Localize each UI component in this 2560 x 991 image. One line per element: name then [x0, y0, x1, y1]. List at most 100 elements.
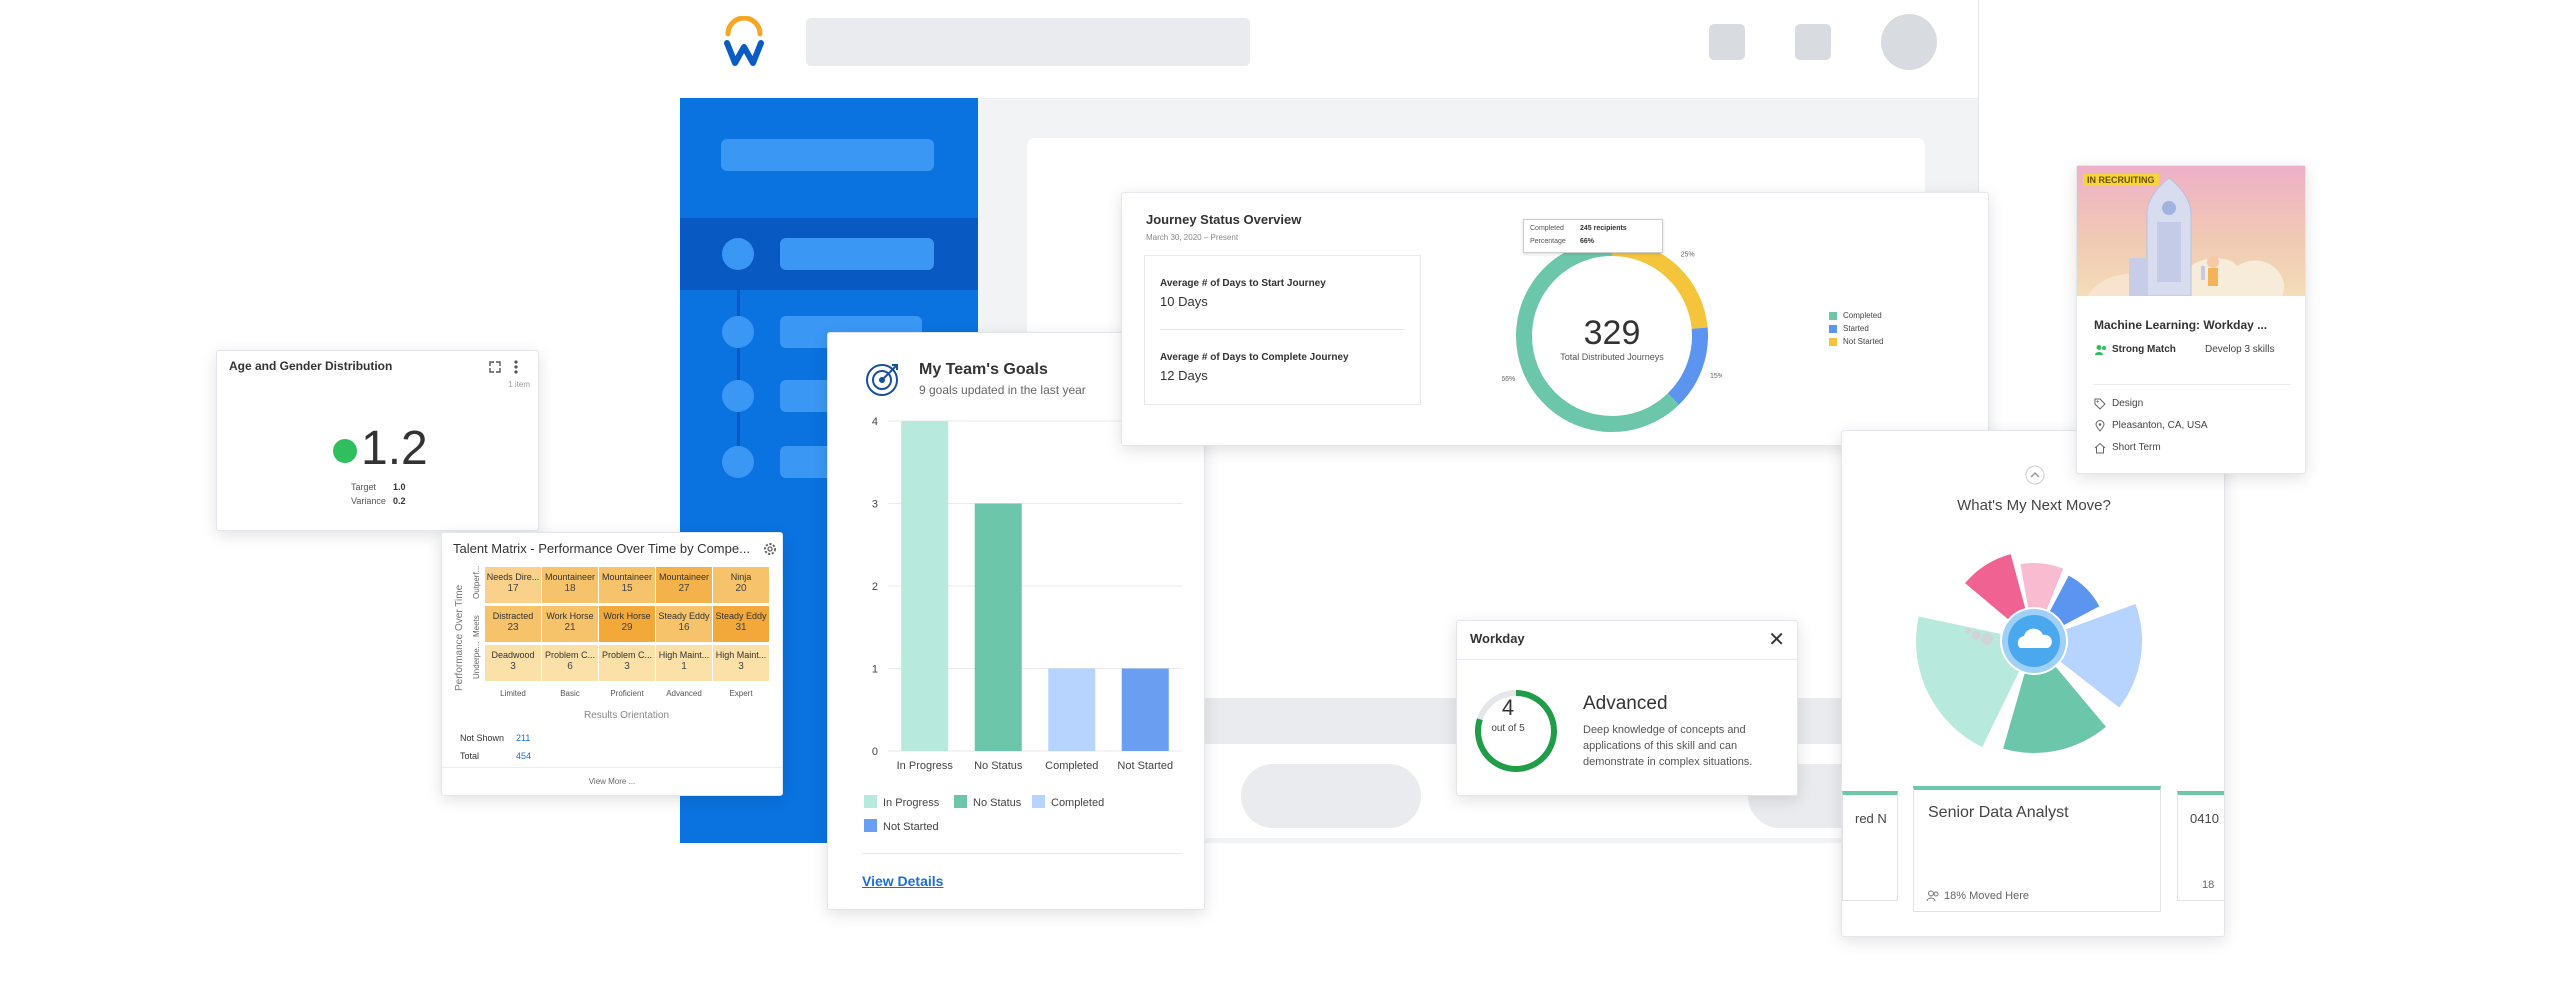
divider: [1160, 329, 1405, 330]
cell-count: 15: [621, 583, 633, 594]
skill-level-modal: Workday ✕ 4 out of 5 Advanced Deep knowl…: [1456, 620, 1798, 796]
cell-label: Steady Eddy: [715, 611, 767, 621]
job-title: Senior Data Analyst: [1928, 804, 2069, 821]
target-label: Target: [351, 482, 377, 492]
header-button-2[interactable]: [1795, 24, 1831, 60]
cell-label: Ninja: [730, 572, 752, 582]
card-title: Age and Gender Distribution: [229, 359, 393, 373]
cell-label: Work Horse: [603, 611, 651, 621]
sidebar-item-bar[interactable]: [780, 238, 934, 270]
location-label: Pleasanton, CA, USA: [2112, 420, 2208, 431]
matrix-cell[interactable]: Deadwood 3: [485, 645, 541, 681]
matrix-cell[interactable]: Distracted 23: [485, 606, 541, 642]
card-title: Talent Matrix - Performance Over Time by…: [453, 541, 750, 556]
item-count: 1 item: [508, 380, 530, 389]
legend-item: Not Started: [1829, 337, 1883, 346]
view-more-link[interactable]: View More ...: [442, 777, 782, 786]
matrix-cell[interactable]: High Maint... 1: [656, 645, 712, 681]
cell-count: 16: [678, 622, 690, 633]
row-label: Meets: [472, 615, 481, 637]
rating-value: 4: [1501, 695, 1515, 720]
placeholder-pill[interactable]: [1241, 764, 1421, 828]
slice-label: 66%: [1502, 376, 1515, 383]
cell-label: Mountaineer: [544, 572, 596, 582]
cell-count: 6: [567, 661, 573, 672]
matrix-cell[interactable]: Work Horse 21: [542, 606, 598, 642]
tag-label: Design: [2112, 398, 2144, 409]
matrix-cell[interactable]: Mountaineer 15: [599, 567, 655, 603]
gig-image: IN RECRUITING: [2077, 166, 2305, 296]
column-label: Limited: [500, 689, 526, 698]
more-vertical-icon[interactable]: [512, 359, 520, 375]
tooltip-value: 245 recipients: [1580, 225, 1627, 232]
row-label: Outperf...: [472, 565, 481, 599]
chevron-up-icon[interactable]: [2025, 465, 2045, 485]
matrix-cell[interactable]: Mountaineer 27: [656, 567, 712, 603]
job-card-right[interactable]: 0410 18: [2177, 791, 2224, 901]
skill-level: Advanced: [1583, 693, 1668, 714]
divider: [2094, 384, 2290, 385]
divider: [1457, 659, 1797, 660]
header-button-1[interactable]: [1709, 24, 1745, 60]
view-details-link[interactable]: View Details: [862, 873, 943, 889]
matrix-cell[interactable]: Problem C... 6: [542, 645, 598, 681]
matrix-cell[interactable]: Steady Eddy 16: [656, 606, 712, 642]
row-label: Underpe...: [472, 641, 481, 679]
sidebar-dot-icon: [722, 380, 754, 412]
cell-count: 20: [735, 583, 747, 594]
gig-title[interactable]: Machine Learning: Workday ...: [2094, 318, 2267, 332]
cell-label: Mountaineer: [658, 572, 710, 582]
matrix-cell[interactable]: Ninja 20: [713, 567, 769, 603]
y-tick-label: 0: [872, 746, 878, 758]
metric-value: 10 Days: [1160, 294, 1208, 309]
bar[interactable]: [1121, 668, 1169, 752]
job-card-left[interactable]: red N: [1842, 791, 1898, 901]
sidebar-top-item[interactable]: [721, 139, 934, 171]
avatar[interactable]: [1881, 14, 1937, 70]
bar[interactable]: [974, 503, 1022, 752]
variance-value: 0.2: [393, 496, 406, 506]
cell-label: Problem C...: [544, 650, 595, 660]
cell-label: Steady Eddy: [658, 611, 710, 621]
card-title: What's My Next Move?: [1957, 497, 2111, 514]
close-icon[interactable]: ✕: [1768, 627, 1785, 652]
matrix-cell[interactable]: High Maint... 3: [713, 645, 769, 681]
sidebar-dot-icon: [722, 316, 754, 348]
slice-label: 15%: [1710, 373, 1722, 380]
not-shown-value[interactable]: 211: [516, 733, 530, 743]
job-stat: 18% Moved Here: [1944, 890, 2029, 902]
status-badge: IN RECRUITING: [2083, 174, 2159, 186]
expand-icon[interactable]: [488, 360, 502, 374]
metric-value: 1.2: [361, 422, 428, 475]
divider: [442, 767, 782, 768]
workday-logo-icon[interactable]: [722, 16, 766, 68]
card-title: Journey Status Overview: [1146, 212, 1302, 227]
cell-count: 21: [564, 622, 576, 633]
cell-label: Deadwood: [491, 650, 535, 660]
matrix-cell[interactable]: Needs Dire... 17: [485, 567, 541, 603]
donut-slice[interactable]: [1667, 327, 1708, 405]
home-icon: [2094, 442, 2106, 454]
search-input[interactable]: [806, 18, 1250, 66]
matrix-cell[interactable]: Steady Eddy 31: [713, 606, 769, 642]
legend-item: Started: [1829, 324, 1869, 333]
recruiting-card[interactable]: IN RECRUITING Machine Learning: Workday …: [2076, 165, 2306, 474]
bar[interactable]: [1048, 668, 1096, 752]
gear-icon[interactable]: [762, 541, 778, 557]
metric-label: Average # of Days to Complete Journey: [1160, 352, 1349, 363]
matrix-cell[interactable]: Mountaineer 18: [542, 567, 598, 603]
matrix-cell[interactable]: Problem C... 3: [599, 645, 655, 681]
tag-icon: [2094, 398, 2106, 410]
job-card[interactable]: Senior Data Analyst 18% Moved Here: [1913, 786, 2161, 912]
legend-item: Completed: [1829, 311, 1882, 320]
sidebar-dot-icon: [722, 238, 754, 270]
bar[interactable]: [901, 421, 949, 751]
column-label: Basic: [560, 689, 580, 698]
cell-label: High Maint...: [658, 650, 710, 660]
cell-label: High Maint...: [715, 650, 767, 660]
matrix-cell[interactable]: Work Horse 29: [599, 606, 655, 642]
total-value[interactable]: 454: [516, 751, 531, 761]
radial-segment[interactable]: [1965, 554, 2026, 620]
cell-count: 31: [735, 622, 747, 633]
date-range: March 30, 2020 – Present: [1146, 233, 1239, 242]
